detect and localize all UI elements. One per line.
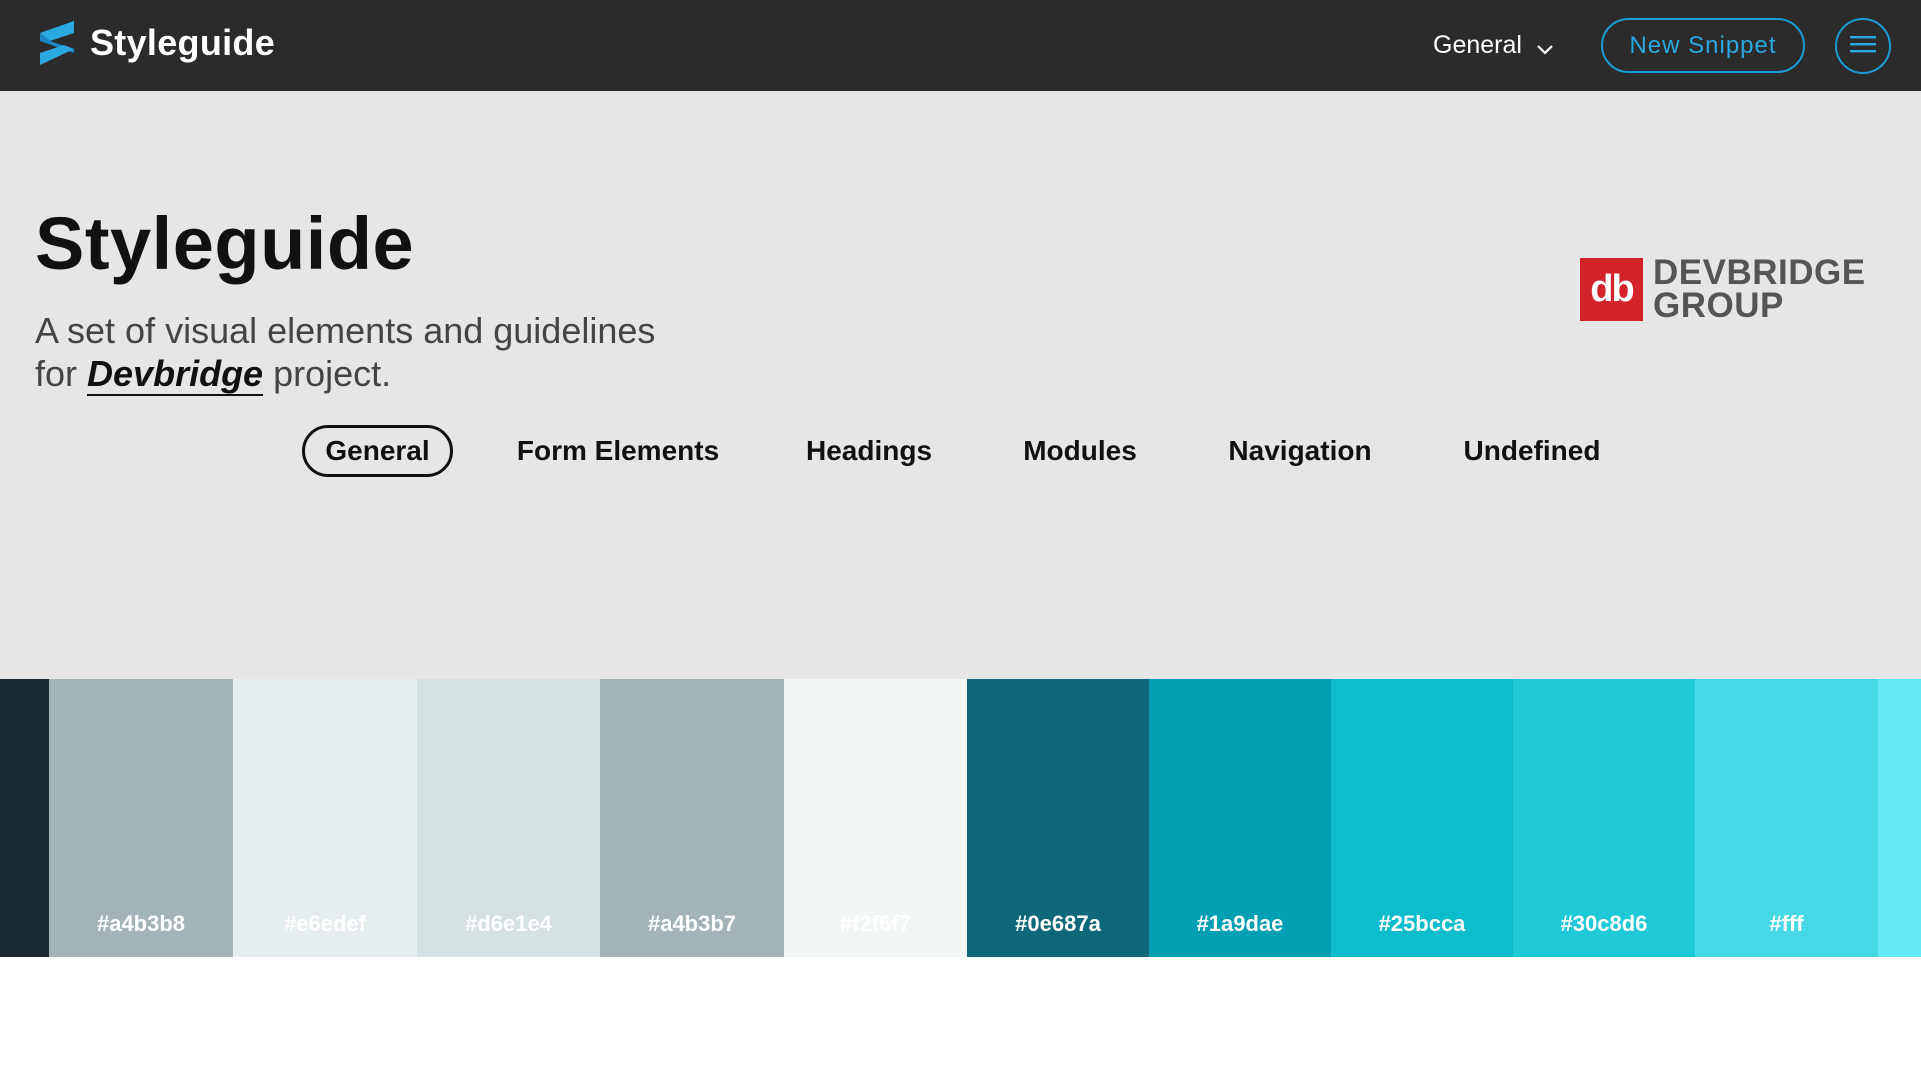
project-link[interactable]: Devbridge <box>87 353 264 396</box>
color-swatch[interactable]: #a4b3b8 <box>49 679 233 957</box>
swatch-label: #0e687a <box>1015 911 1101 936</box>
tab-navigation[interactable]: Navigation <box>1222 425 1378 477</box>
swatch-label: #1a9dae <box>1196 911 1284 936</box>
swatch-label: #25bcca <box>1378 911 1466 936</box>
category-select-value: General <box>1433 30 1522 59</box>
hamburger-menu-icon <box>1850 34 1876 59</box>
swatch-label: #f2f6f7 <box>840 911 911 936</box>
swatch-label: #e6edef <box>284 911 366 936</box>
tab-headings[interactable]: Headings <box>800 425 938 477</box>
swatch-label: #fff <box>1769 911 1804 936</box>
menu-button[interactable] <box>1835 18 1891 74</box>
chevron-down-icon <box>1536 36 1554 55</box>
color-swatch[interactable]: #fff <box>1695 679 1878 957</box>
color-swatch[interactable]: #0e687a <box>967 679 1149 957</box>
swatch-label: #30c8d6 <box>1560 911 1648 936</box>
color-swatch[interactable] <box>0 679 49 957</box>
color-swatch[interactable] <box>1878 679 1921 957</box>
styleguide-logo-icon <box>36 19 78 67</box>
color-swatch[interactable]: #1a9dae <box>1149 679 1331 957</box>
swatch-label: #d6e1e4 <box>465 911 552 936</box>
color-swatch[interactable]: #25bcca <box>1331 679 1513 957</box>
color-swatch[interactable]: #f2f6f7 <box>784 679 967 957</box>
logo-line-1: DEVBRIDGE <box>1653 253 1866 292</box>
page-subtitle: A set of visual elements and guidelines … <box>35 309 735 396</box>
tab-form-elements[interactable]: Form Elements <box>510 425 726 477</box>
hero-section: Styleguide A set of visual elements and … <box>0 91 1921 679</box>
tab-general[interactable]: General <box>302 425 453 477</box>
color-swatch[interactable]: #d6e1e4 <box>417 679 600 957</box>
subtitle-for: for <box>35 353 78 394</box>
color-swatch[interactable]: #a4b3b7 <box>600 679 784 957</box>
page-title: Styleguide <box>35 202 415 285</box>
subtitle-line-1: A set of visual elements and guidelines <box>35 310 656 351</box>
swatch-label: #a4b3b8 <box>96 911 186 936</box>
devbridge-logo: db DEVBRIDGE GROUP <box>1580 253 1866 325</box>
logo-line-2: GROUP <box>1653 286 1784 325</box>
category-select[interactable]: General <box>1433 27 1554 63</box>
tab-modules[interactable]: Modules <box>1015 425 1145 477</box>
devbridge-logo-mark: db <box>1580 257 1643 321</box>
brand-name: Styleguide <box>90 22 276 63</box>
swatch-label: #a4b3b7 <box>647 911 737 936</box>
top-navigation-bar: Styleguide General New Snippet <box>0 0 1921 91</box>
new-snippet-button[interactable]: New Snippet <box>1601 18 1805 73</box>
tab-undefined[interactable]: Undefined <box>1457 425 1607 477</box>
category-tabs: General Form Elements Headings Modules N… <box>0 425 1921 481</box>
color-palette: #a4b3b8 #e6edef #d6e1e4 #a4b3b7 #f2f6f7 #0e68… <box>0 679 1921 957</box>
devbridge-logo-text: DEVBRIDGE GROUP <box>1653 253 1866 325</box>
color-swatch[interactable]: #30c8d6 <box>1513 679 1695 957</box>
color-swatch[interactable]: #e6edef <box>233 679 417 957</box>
subtitle-end: project. <box>273 353 392 394</box>
brand[interactable]: Styleguide <box>36 19 275 67</box>
